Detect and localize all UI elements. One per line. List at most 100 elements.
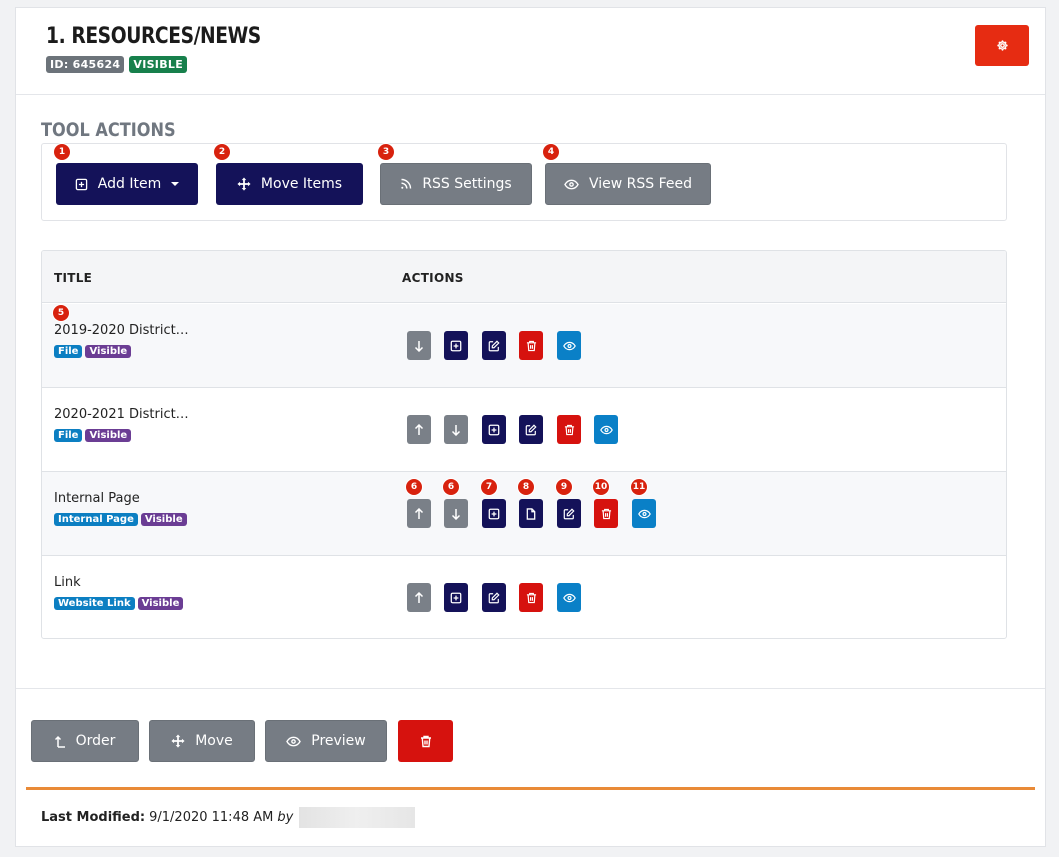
visibility-badge: Visible — [85, 429, 132, 442]
edit-icon — [525, 423, 537, 436]
row-title[interactable]: 2020-2021 District… — [54, 407, 189, 422]
move-icon — [237, 177, 251, 191]
plus-square-icon — [75, 178, 88, 191]
add-item-button[interactable]: Add Item — [56, 163, 198, 205]
page-title: 1. RESOURCES/NEWS — [46, 24, 261, 49]
redacted-user-name — [299, 807, 416, 828]
row-title[interactable]: Internal Page — [54, 491, 140, 506]
tool-actions-box: Add Item Move Items RSS Settings View RS… — [41, 143, 1007, 221]
preview-button[interactable] — [557, 583, 581, 612]
panel-header: 1. RESOURCES/NEWS ID: 645624 VISIBLE — [16, 8, 1045, 95]
add-child-button[interactable] — [482, 499, 506, 528]
arrow-down-icon — [451, 508, 461, 520]
trash-icon — [601, 508, 612, 520]
visibility-badge: Visible — [140, 513, 187, 526]
eye-icon — [599, 425, 613, 435]
items-table: TITLE ACTIONS 2019-2020 District… File V… — [41, 250, 1007, 639]
trash-icon — [526, 592, 537, 604]
by-label: by — [277, 810, 294, 825]
delete-button[interactable] — [519, 331, 543, 360]
move-up-button[interactable] — [407, 415, 431, 444]
order-button[interactable]: Order — [31, 720, 139, 762]
row-badges: File Visible — [54, 429, 132, 442]
last-modified: Last Modified: 9/1/2020 11:48 AM by — [41, 807, 416, 828]
rss-settings-button[interactable]: RSS Settings — [380, 163, 532, 205]
preview-button[interactable]: Preview — [265, 720, 387, 762]
delete-button[interactable] — [594, 499, 618, 528]
move-up-button[interactable] — [407, 583, 431, 612]
arrow-up-icon — [414, 591, 424, 604]
edit-icon — [488, 339, 500, 352]
callout-marker: 8 — [518, 479, 534, 495]
header-badges: ID: 645624 VISIBLE — [46, 56, 188, 73]
move-label: Move — [195, 733, 233, 749]
preview-button[interactable] — [632, 499, 656, 528]
file-icon — [526, 507, 536, 520]
callout-marker: 7 — [481, 479, 497, 495]
callout-marker: 6 — [406, 479, 422, 495]
add-item-label: Add Item — [97, 176, 162, 192]
row-title[interactable]: 2019-2020 District… — [54, 323, 189, 338]
move-icon — [171, 734, 185, 748]
move-down-button[interactable] — [444, 415, 468, 444]
edit-button[interactable] — [557, 499, 581, 528]
preview-button[interactable] — [557, 331, 581, 360]
edit-button[interactable] — [482, 583, 506, 612]
preview-button[interactable] — [594, 415, 618, 444]
add-child-button[interactable] — [482, 415, 506, 444]
table-row: 2020-2021 District… File Visible — [42, 388, 1006, 472]
eye-icon — [637, 509, 651, 519]
callout-marker: 3 — [378, 144, 394, 160]
arrow-up-icon — [414, 423, 424, 436]
callout-marker: 2 — [214, 144, 230, 160]
edit-button[interactable] — [482, 331, 506, 360]
preview-label: Preview — [311, 733, 366, 749]
type-badge: File — [54, 345, 83, 358]
delete-button[interactable] — [557, 415, 581, 444]
move-items-button[interactable]: Move Items — [216, 163, 363, 205]
edit-button[interactable] — [519, 415, 543, 444]
add-child-button[interactable] — [444, 331, 468, 360]
footer-divider — [16, 688, 1045, 689]
move-items-label: Move Items — [260, 176, 343, 192]
actions-column-header: ACTIONS — [402, 271, 464, 285]
arrow-up-icon — [414, 507, 424, 520]
trash-icon — [420, 735, 432, 748]
accent-divider — [26, 787, 1035, 790]
title-column-header: TITLE — [54, 271, 93, 285]
table-header: TITLE ACTIONS — [42, 251, 1006, 303]
move-down-button[interactable] — [407, 331, 431, 360]
arrow-down-icon — [414, 340, 424, 352]
callout-marker: 4 — [543, 144, 559, 160]
last-modified-label: Last Modified: — [41, 810, 146, 825]
callout-marker: 6 — [443, 479, 459, 495]
last-modified-value: 9/1/2020 11:48 AM — [149, 810, 274, 825]
arrow-down-icon — [451, 424, 461, 436]
page-content-button[interactable] — [519, 499, 543, 528]
id-badge: ID: 645624 — [46, 56, 125, 73]
edit-icon — [488, 591, 500, 604]
callout-marker: 10 — [593, 479, 609, 495]
move-down-button[interactable] — [444, 499, 468, 528]
rss-settings-label: RSS Settings — [422, 176, 512, 192]
type-badge: Internal Page — [54, 513, 138, 526]
view-rss-feed-button[interactable]: View RSS Feed — [545, 163, 711, 205]
table-row: Link Website Link Visible — [42, 556, 1006, 638]
add-child-button[interactable] — [444, 583, 468, 612]
trash-icon — [526, 340, 537, 352]
plus-square-icon — [488, 424, 500, 436]
callout-marker: 5 — [53, 305, 69, 321]
tool-actions-title: TOOL ACTIONS — [41, 119, 176, 141]
delete-tool-button[interactable] — [398, 720, 453, 762]
plus-square-icon — [450, 340, 462, 352]
visibility-badge: VISIBLE — [129, 56, 188, 73]
move-up-button[interactable] — [407, 499, 431, 528]
eye-icon — [562, 593, 576, 603]
move-button[interactable]: Move — [149, 720, 255, 762]
settings-button[interactable] — [975, 25, 1029, 66]
delete-button[interactable] — [519, 583, 543, 612]
row-title[interactable]: Link — [54, 575, 81, 590]
eye-icon — [564, 179, 579, 190]
eye-icon — [286, 736, 302, 747]
row-badges: File Visible — [54, 345, 132, 358]
